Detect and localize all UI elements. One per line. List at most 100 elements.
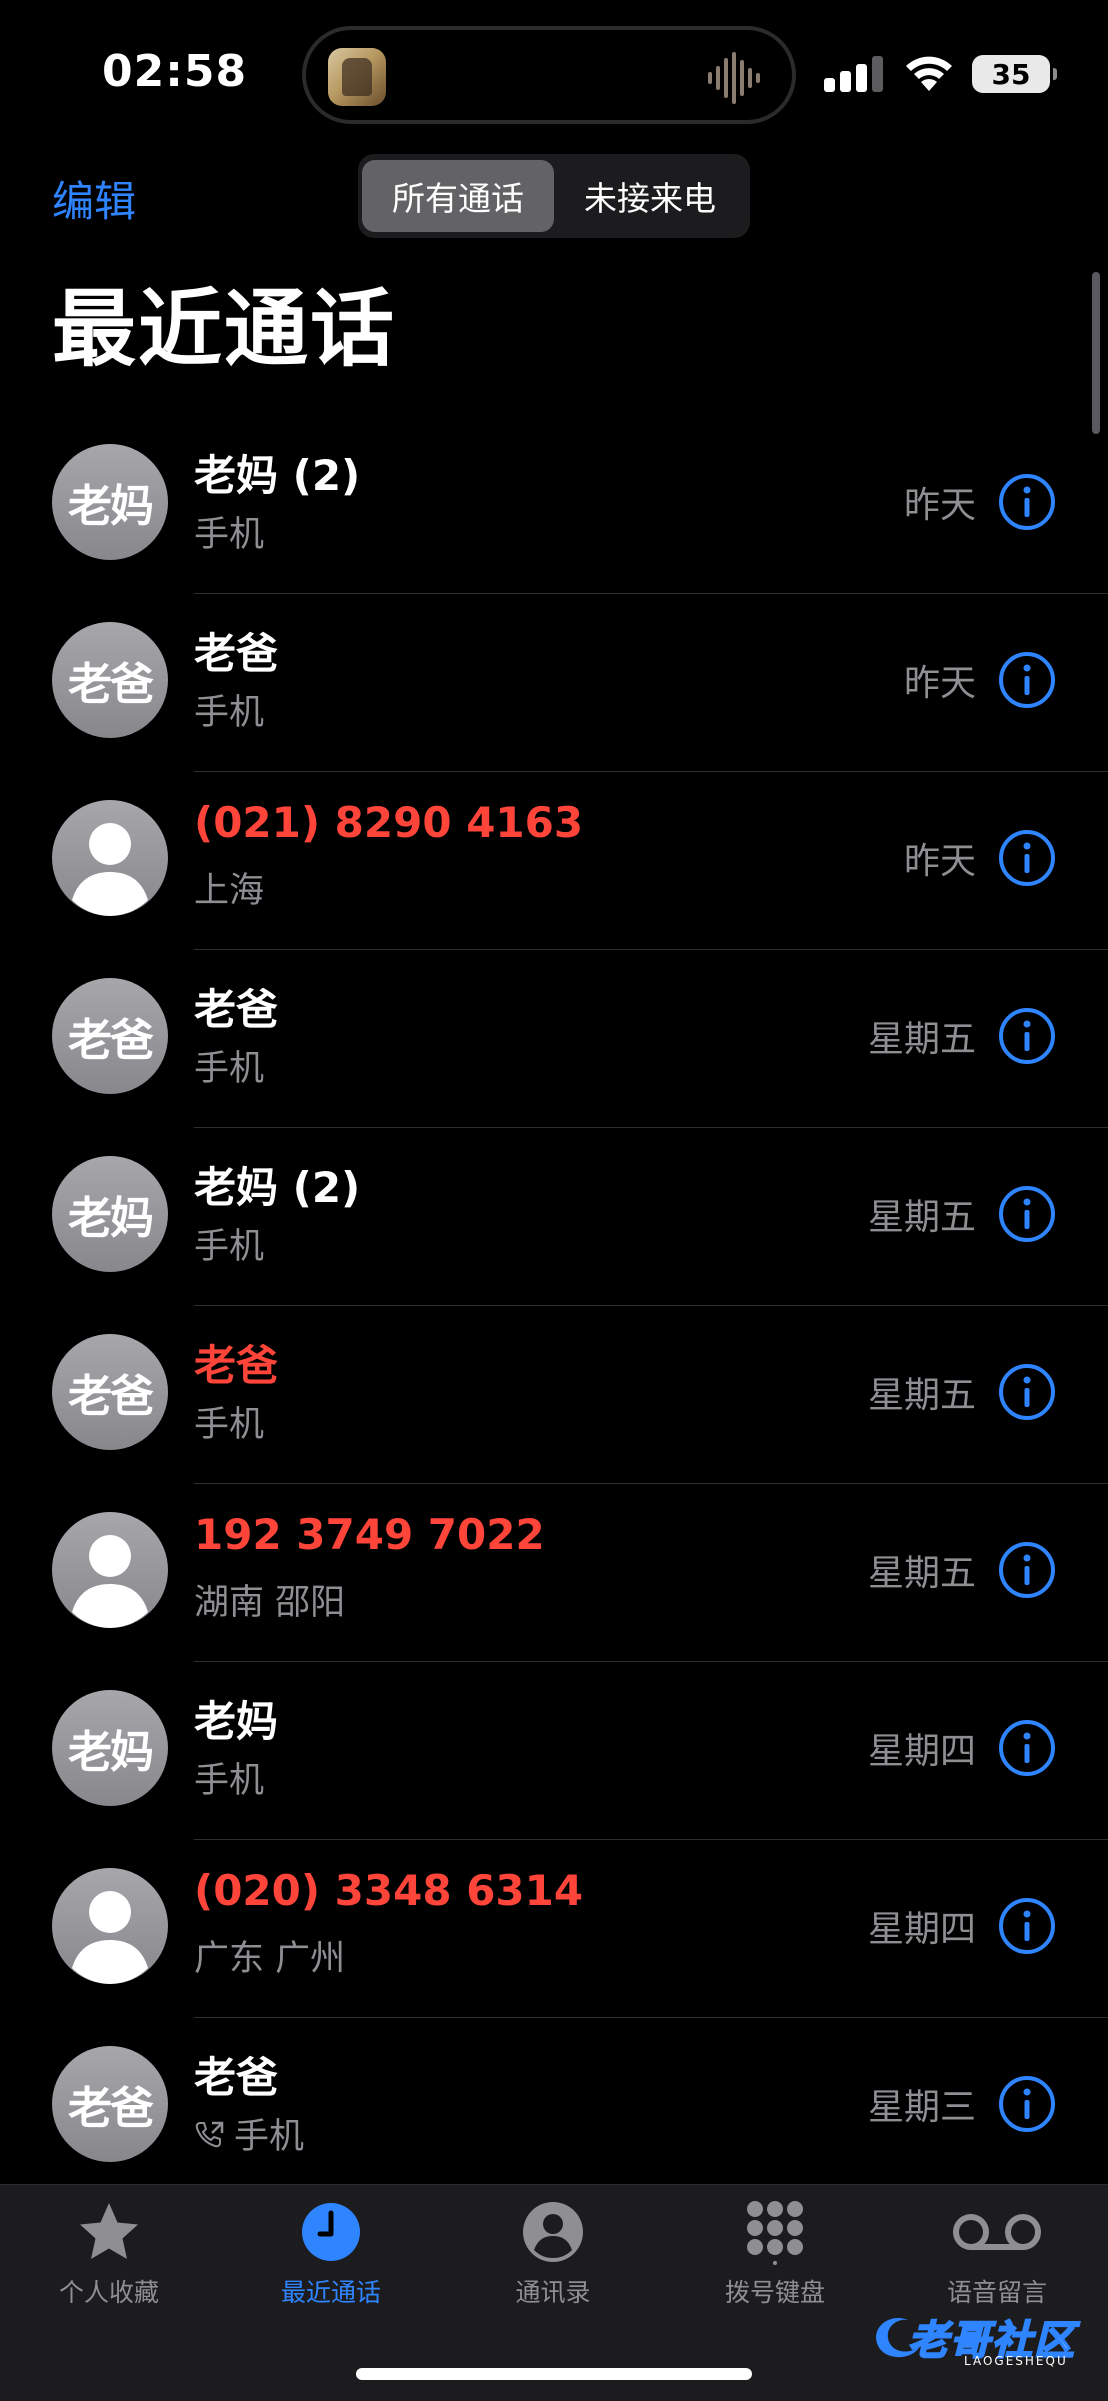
call-subtitle: 广东 广州 <box>194 1930 345 1981</box>
call-subtitle: 手机 <box>194 1218 264 1269</box>
call-type-label: 广东 广州 <box>194 1939 346 1979</box>
dynamic-island[interactable] <box>302 26 796 124</box>
voicemail-icon <box>953 2214 1041 2250</box>
tab-label: 通讯录 <box>515 2278 591 2307</box>
caller-name: 老爸 <box>194 2053 279 2102</box>
call-date: 星期四 <box>867 1731 976 1772</box>
outgoing-call-icon <box>195 2121 224 2147</box>
contact-avatar: 老妈 <box>52 1156 168 1272</box>
call-date: 昨天 <box>903 841 976 882</box>
call-type-label: 手机 <box>194 1761 265 1801</box>
page-title: 最近通话 <box>52 280 397 378</box>
now-playing-app-icon[interactable] <box>328 48 386 106</box>
call-date: 星期五 <box>867 1019 976 1060</box>
call-date: 昨天 <box>903 663 976 704</box>
contact-avatar <box>52 1868 168 1984</box>
info-icon[interactable] <box>998 1363 1056 1421</box>
call-row[interactable]: 老爸 老爸手机 星期三 <box>0 2018 1108 2196</box>
call-row[interactable]: 老妈 老妈 (2) 手机 星期五 <box>0 1128 1108 1306</box>
info-icon[interactable] <box>998 1185 1056 1243</box>
call-subtitle: 手机 <box>194 2108 304 2159</box>
contact-avatar: 老爸 <box>52 978 168 1094</box>
contact-icon <box>523 2202 583 2262</box>
info-icon[interactable] <box>998 1719 1056 1777</box>
caller-name: (021) 8290 4163 <box>194 798 584 847</box>
info-icon[interactable] <box>998 2075 1056 2133</box>
caller-name: 192 3749 7022 <box>194 1510 545 1559</box>
edit-button[interactable]: 编辑 <box>52 168 136 229</box>
status-indicators: 35 <box>824 52 1057 96</box>
contact-avatar: 老爸 <box>52 2046 168 2162</box>
call-row[interactable]: (020) 3348 6314 广东 广州 星期四 <box>0 1840 1108 2018</box>
segment-missed-calls[interactable]: 未接来电 <box>554 160 746 232</box>
caller-name: 老妈 (2) <box>194 1163 361 1212</box>
call-date: 星期四 <box>867 1909 976 1950</box>
call-row[interactable]: 老妈 老妈 手机 星期四 <box>0 1662 1108 1840</box>
call-type-label: 手机 <box>194 515 265 555</box>
info-icon[interactable] <box>998 1541 1056 1599</box>
caller-name: 老爸 <box>194 1341 279 1390</box>
caller-name: 老爸 <box>194 985 279 1034</box>
call-row[interactable]: (021) 8290 4163 上海 昨天 <box>0 772 1108 950</box>
call-row[interactable]: 老爸 老爸 手机 星期五 <box>0 1306 1108 1484</box>
battery-indicator: 35 <box>972 55 1057 93</box>
call-subtitle: 手机 <box>194 684 264 735</box>
status-bar: 02:58 35 <box>0 0 1108 140</box>
call-subtitle: 手机 <box>194 1752 264 1803</box>
info-icon[interactable] <box>998 829 1056 887</box>
call-date: 星期五 <box>867 1553 976 1594</box>
call-date: 星期五 <box>867 1375 976 1416</box>
cellular-signal-icon <box>824 56 883 92</box>
tab-keypad[interactable]: 拨号键盘 <box>675 2199 875 2319</box>
call-type-label: 手机 <box>194 1227 265 1267</box>
contact-avatar: 老妈 <box>52 1690 168 1806</box>
nav-bar: 编辑 所有通话 未接来电 <box>0 150 1108 240</box>
recent-calls-list: 老妈 老妈 (2) 手机 昨天 老爸 老爸 手机 昨天 (021) 8290 4163 上海 昨天老… <box>0 416 1108 2196</box>
scroll-indicator[interactable] <box>1092 272 1100 434</box>
call-row[interactable]: 老爸 老爸 手机 星期五 <box>0 950 1108 1128</box>
info-icon[interactable] <box>998 1897 1056 1955</box>
star-icon <box>80 2203 138 2259</box>
person-silhouette-icon <box>72 823 148 916</box>
tab-voicemail[interactable]: 语音留言 <box>897 2199 1097 2319</box>
info-icon[interactable] <box>998 1007 1056 1065</box>
home-indicator[interactable] <box>356 2368 752 2380</box>
call-subtitle: 手机 <box>194 1396 264 1447</box>
contact-avatar: 老妈 <box>52 444 168 560</box>
call-subtitle: 上海 <box>194 862 264 913</box>
info-icon[interactable] <box>998 651 1056 709</box>
call-subtitle: 湖南 邵阳 <box>194 1574 345 1625</box>
tab-label: 语音留言 <box>946 2278 1047 2307</box>
contact-avatar <box>52 800 168 916</box>
info-icon[interactable] <box>998 473 1056 531</box>
call-date: 星期三 <box>867 2087 976 2128</box>
call-type-label: 手机 <box>194 1405 265 1445</box>
audio-waveform-icon <box>708 52 760 104</box>
tab-recents[interactable]: 最近通话 <box>231 2199 431 2319</box>
call-type-label: 手机 <box>234 2117 305 2157</box>
tab-label: 个人收藏 <box>58 2278 159 2307</box>
call-type-label: 上海 <box>194 871 265 911</box>
tab-label: 最近通话 <box>280 2278 381 2307</box>
call-date: 星期五 <box>867 1197 976 1238</box>
call-row[interactable]: 192 3749 7022 湖南 邵阳 星期五 <box>0 1484 1108 1662</box>
watermark-logo: 老哥社区 LAOGESHEQU <box>868 2306 1094 2372</box>
call-subtitle: 手机 <box>194 506 264 557</box>
caller-name: (020) 3348 6314 <box>194 1866 584 1915</box>
call-row[interactable]: 老爸 老爸 手机 昨天 <box>0 594 1108 772</box>
segment-all-calls[interactable]: 所有通话 <box>362 160 554 232</box>
contact-avatar: 老爸 <box>52 1334 168 1450</box>
call-row[interactable]: 老妈 老妈 (2) 手机 昨天 <box>0 416 1108 594</box>
person-silhouette-icon <box>72 1891 148 1984</box>
call-subtitle: 手机 <box>194 1040 264 1091</box>
caller-name: 老妈 (2) <box>194 451 361 500</box>
keypad-icon <box>747 2201 803 2265</box>
watermark-subtext: LAOGESHEQU <box>964 2354 1068 2368</box>
call-filter-segmented-control: 所有通话 未接来电 <box>358 154 750 238</box>
caller-name: 老爸 <box>194 629 279 678</box>
call-type-label: 手机 <box>194 693 265 733</box>
tab-favorites[interactable]: 个人收藏 <box>9 2199 209 2319</box>
call-type-label: 湖南 邵阳 <box>194 1583 346 1623</box>
caller-name: 老妈 <box>194 1697 279 1746</box>
tab-contacts[interactable]: 通讯录 <box>453 2199 653 2319</box>
